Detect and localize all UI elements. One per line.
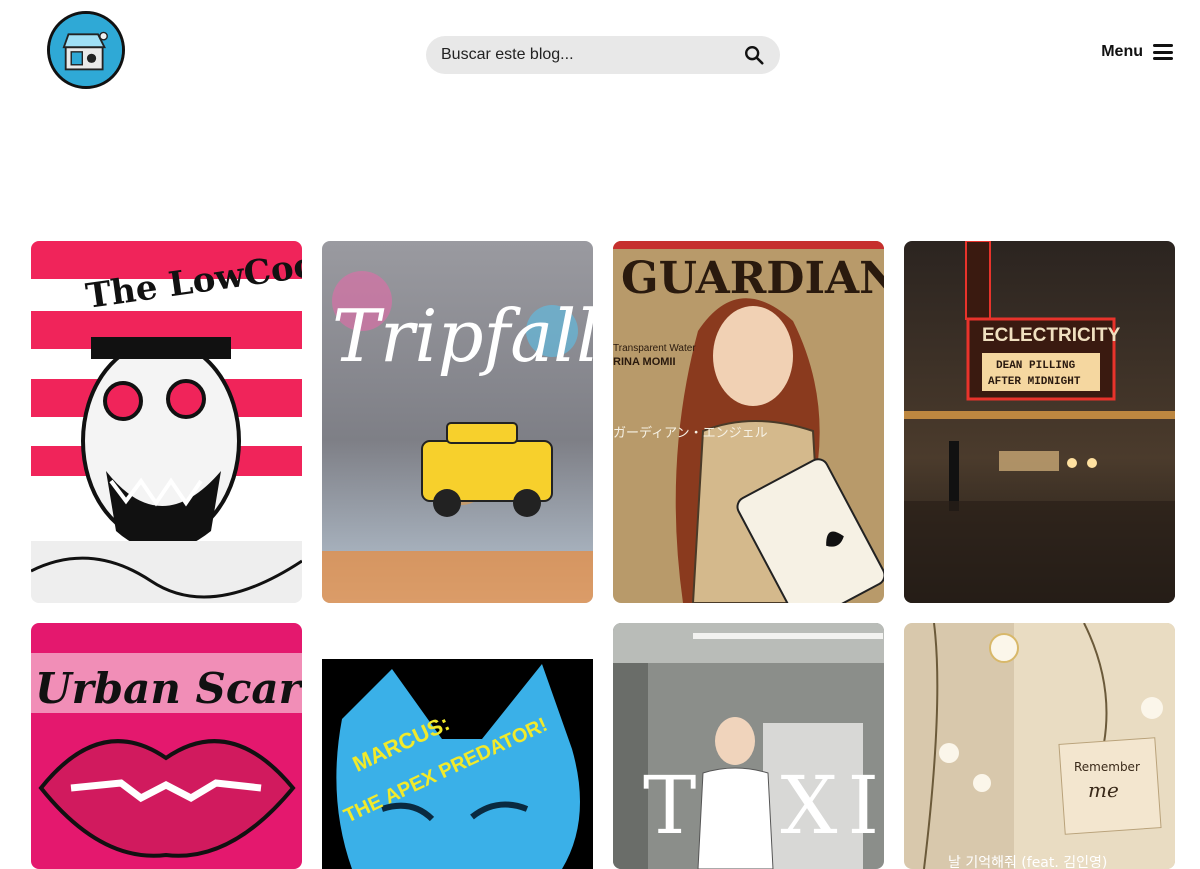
menu-button[interactable]: Menu [1101,43,1173,61]
guardian-angel-japanese-text: ガーディアン・エンジェル [613,425,768,441]
remember-me-cover-art: Remember me 날 기억해줘 (feat. 김인영) [904,623,1175,869]
post-card-toxic[interactable]: TOXIC [613,623,884,869]
eclectricity-line2-text: AFTER MIDNIGHT [988,376,1081,388]
search-bar [426,36,780,74]
post-card-eclectricity[interactable]: ECLECTRICITY DEAN PILLING AFTER MIDNIGHT [904,241,1175,603]
remember-caption-text: 날 기억해줘 (feat. 김인영) [948,855,1107,869]
marcus-cover-art: MARCUS: THE APEX PREDATOR! [322,659,593,869]
post-card-tripfall[interactable]: Tripfall [322,241,593,603]
guardian-angel-artist-text: RINA MOMII [613,356,676,368]
remember-note-line2: me [1088,778,1119,802]
urban-scarlet-cover-art: Urban Scarlet [31,623,302,869]
search-input[interactable] [441,46,742,64]
post-card-lowcocks[interactable]: The LowCocks [31,241,302,603]
toxic-cover-art: TOXIC [613,623,884,869]
menu-label: Menu [1101,43,1143,60]
eclectricity-line1-text: DEAN PILLING [996,360,1076,372]
urban-scarlet-title-text: Urban Scarlet [35,664,302,713]
tripfall-title-text: Tripfall [332,294,593,378]
site-header: Menu [0,0,1200,110]
guardian-angel-title-text: GUARDIAN ANGEL [621,253,884,304]
eclectricity-cover-art: ECLECTRICITY DEAN PILLING AFTER MIDNIGHT [904,241,1175,603]
lowcocks-cover-art: The LowCocks [31,241,302,603]
guardian-angel-subtitle-text: Transparent Water [613,343,696,354]
post-card-guardian-angel[interactable]: GUARDIAN ANGEL Transparent Water RINA MO… [613,241,884,603]
search-button[interactable] [742,43,766,67]
remember-note-line1: Remember [1074,760,1140,774]
search-icon [745,46,764,65]
post-card-marcus[interactable]: MARCUS: THE APEX PREDATOR! [322,659,593,869]
eclectricity-marquee-text: ECLECTRICITY [982,325,1121,346]
hamburger-icon [1153,44,1173,60]
tripfall-cover-art: Tripfall [322,241,593,603]
post-card-remember-me[interactable]: Remember me 날 기억해줘 (feat. 김인영) [904,623,1175,869]
treasure-chest-logo[interactable] [47,11,125,89]
toxic-title-text: TOXIC [643,759,884,852]
guardian-angel-cover-art: GUARDIAN ANGEL Transparent Water RINA MO… [613,241,884,603]
treasure-chest-icon [50,14,122,86]
post-card-urban-scarlet[interactable]: Urban Scarlet [31,623,302,869]
